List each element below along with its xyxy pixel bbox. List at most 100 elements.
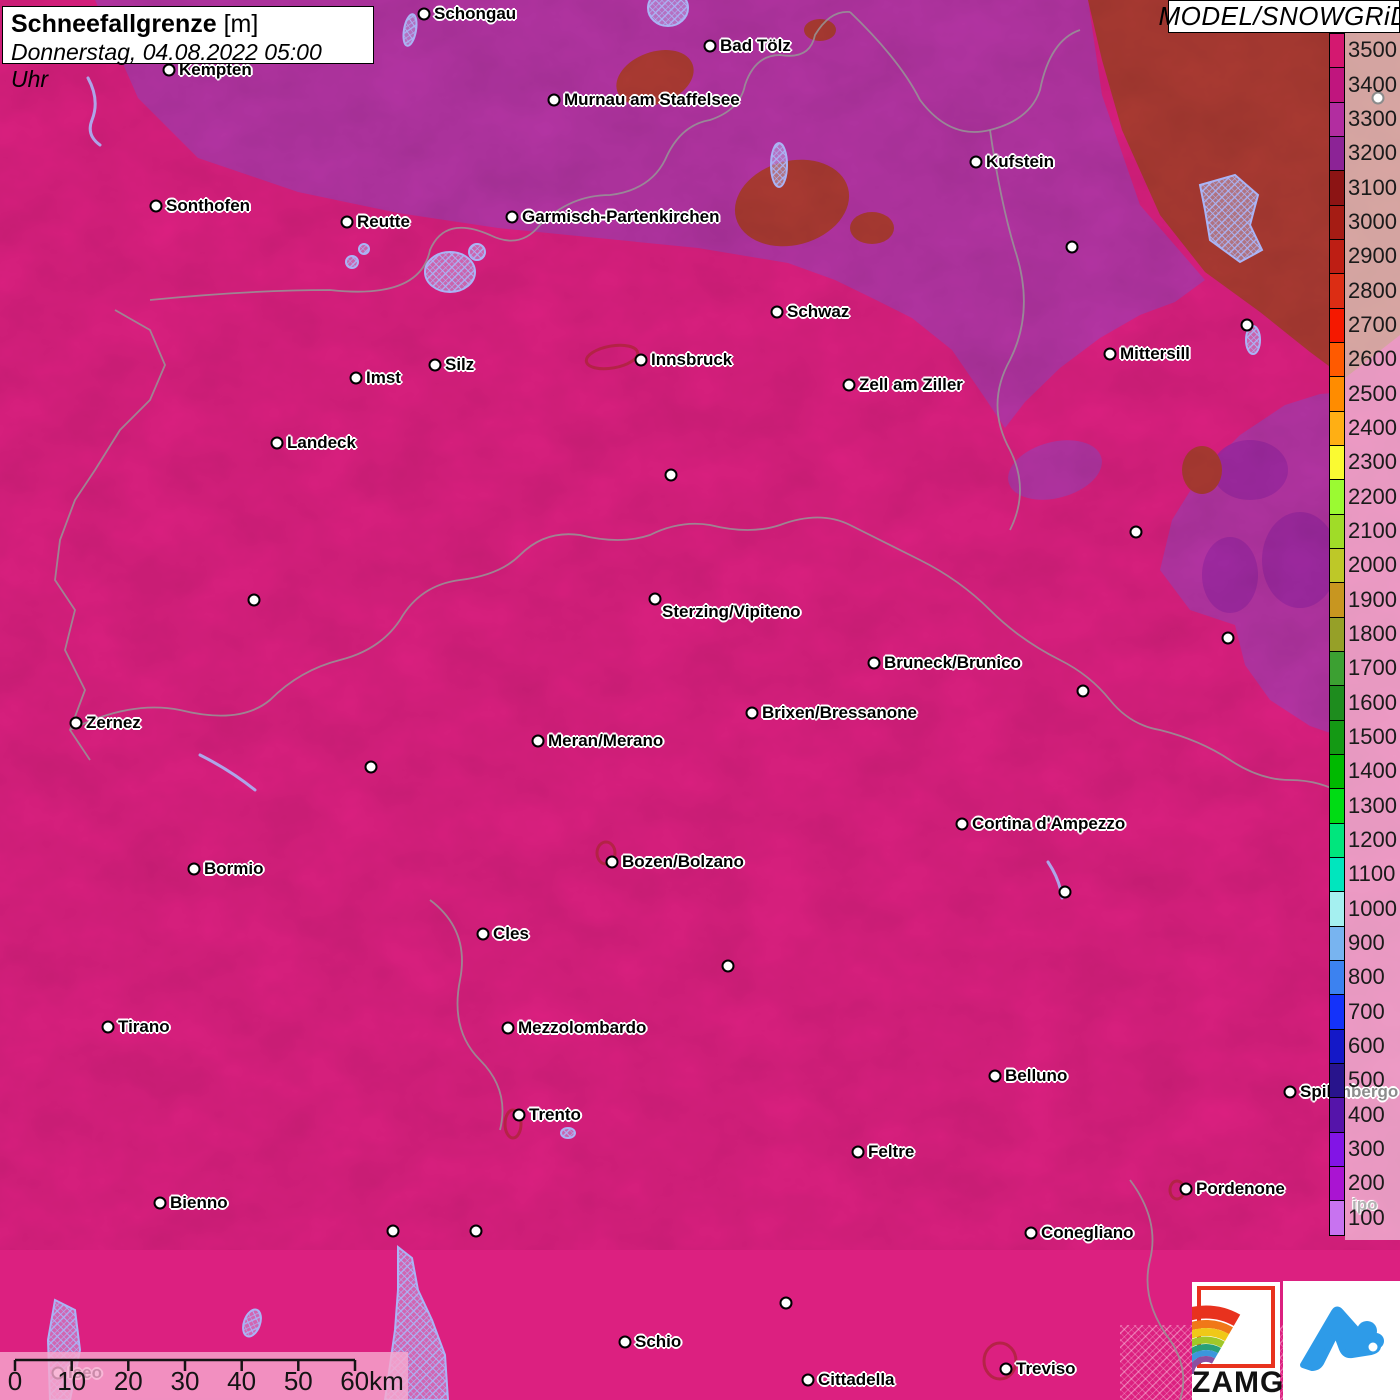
city-dot — [247, 593, 261, 607]
title-text: Schneefallgrenze — [11, 10, 217, 38]
colorbar-tick-label: 1000 — [1348, 895, 1397, 921]
city-label: Garmisch-Partenkirchen — [522, 207, 720, 226]
colorbar-tick-label: 100 — [1348, 1204, 1385, 1230]
scale-bar-number: 0 — [7, 1366, 23, 1396]
colorbar-tick-label: 500 — [1348, 1067, 1385, 1093]
city-label: Schio — [635, 1332, 682, 1351]
city-dot — [512, 1108, 526, 1122]
title-datetime: Donnerstag, 04.08.2022 05:00 Uhr — [11, 39, 322, 92]
city-dot — [648, 592, 662, 606]
colorbar-segment — [1330, 308, 1344, 343]
colorbar-tick-label: 3000 — [1348, 208, 1397, 234]
colorbar-segment — [1330, 102, 1344, 137]
title-box: Schneefallgrenze [m] Donnerstag, 04.08.2… — [2, 6, 374, 92]
city-label: Bozen/Bolzano — [622, 852, 744, 871]
city-dot — [469, 1224, 483, 1238]
city-dot — [547, 93, 561, 107]
city-label: Brixen/Bressanone — [762, 703, 917, 722]
city-dot — [1129, 525, 1143, 539]
city-dot — [428, 358, 442, 372]
city-dot — [999, 1362, 1013, 1376]
city-label: Mittersill — [1120, 344, 1190, 363]
colorbar-segment — [1330, 789, 1344, 824]
scale-bar-number: 20 — [113, 1366, 143, 1396]
city-label: Sterzing/Vipiteno — [662, 602, 801, 621]
city-dot — [955, 817, 969, 831]
city-label: Cittadella — [818, 1370, 895, 1389]
city-label: Bruneck/Brunico — [884, 653, 1021, 672]
city-label: Zell am Ziller — [859, 375, 963, 394]
city-dot — [149, 199, 163, 213]
city-layer: Schongau Bad Tölz Kempten Murnau am Staffel… — [0, 0, 1400, 1400]
colorbar-segment — [1330, 514, 1344, 549]
colorbar-segment — [1330, 548, 1344, 584]
colorbar-tick-label: 2600 — [1348, 346, 1397, 372]
page-title: Schneefallgrenze [m] — [11, 10, 365, 39]
zamg-logo-box: ZAMG — [1192, 1282, 1283, 1400]
city-label: Mezzolombardo — [518, 1018, 647, 1037]
colorbar-tick-label: 1400 — [1348, 758, 1397, 784]
colorbar-segment — [1330, 411, 1344, 446]
scale-bar-number: 50 — [283, 1366, 313, 1396]
colorbar-tick-label: 1800 — [1348, 620, 1397, 646]
colorbar-tick-label: 1600 — [1348, 689, 1397, 715]
colorbar-segment — [1330, 377, 1344, 412]
colorbar-segment — [1330, 960, 1344, 996]
city-dot — [340, 215, 354, 229]
colorbar-tick-label: 1300 — [1348, 792, 1397, 818]
scale-bar-number: 40 — [227, 1366, 257, 1396]
city-dot — [417, 7, 431, 21]
city-dot — [770, 305, 784, 319]
colorbar-segment — [1330, 1063, 1344, 1099]
colorbar-segment — [1330, 34, 1344, 69]
city-dot — [1240, 318, 1254, 332]
colorbar-tick-label: 400 — [1348, 1101, 1385, 1127]
city-label: Conegliano — [1041, 1223, 1134, 1242]
city-label: Zernez — [86, 713, 141, 732]
city-dot — [187, 862, 201, 876]
city-dot — [1221, 631, 1235, 645]
colorbar-segment — [1330, 1166, 1344, 1202]
weather-map: Schongau Bad Tölz Kempten Murnau am Staffel… — [0, 0, 1400, 1400]
colorbar-tick-label: 900 — [1348, 930, 1385, 955]
model-label-box: MODEL/SNOWGRiD — [1158, 0, 1400, 33]
colorbar-tick-label: 600 — [1348, 1033, 1385, 1059]
city-dot — [801, 1373, 815, 1387]
city-label: Silz — [445, 355, 475, 374]
city-dot — [867, 656, 881, 670]
colorbar-segment — [1330, 583, 1344, 618]
city-dot — [969, 155, 983, 169]
city-label: Bienno — [170, 1193, 228, 1212]
colorbar-tick-label: 2700 — [1348, 311, 1397, 337]
city-dot — [1076, 684, 1090, 698]
colorbar-tick-label: 2800 — [1348, 277, 1397, 303]
city-dot — [842, 378, 856, 392]
colorbar-tick-label: 2900 — [1348, 243, 1397, 269]
city-dot — [531, 734, 545, 748]
city-label: Treviso — [1016, 1359, 1076, 1378]
city-dot — [634, 353, 648, 367]
colorbar-tick-label: 1900 — [1348, 586, 1397, 612]
city-dot — [1283, 1085, 1297, 1099]
city-dot — [779, 1296, 793, 1310]
city-label: Pordenone — [1196, 1179, 1285, 1198]
scale-bar-number: 10 — [57, 1366, 87, 1396]
colorbar-segment — [1330, 1201, 1344, 1236]
city-label: Cortina d'Ampezzo — [972, 814, 1126, 833]
scale-bar-number: 60km — [340, 1366, 404, 1396]
colorbar-segment — [1330, 205, 1344, 240]
city-label: Trento — [529, 1105, 581, 1124]
colorbar-segment — [1330, 995, 1344, 1030]
city-label: Murnau am Staffelsee — [564, 90, 740, 109]
colorbar-tick-label: 800 — [1348, 964, 1385, 990]
city-dot — [851, 1145, 865, 1159]
colorbar-segment — [1330, 926, 1344, 961]
city-label: Kufstein — [986, 152, 1054, 171]
colorbar — [1329, 33, 1345, 1237]
city-dot — [101, 1020, 115, 1034]
colorbar-segment — [1330, 445, 1344, 481]
city-label: Bad Tölz — [720, 36, 791, 55]
city-dot — [476, 927, 490, 941]
colorbar-segment — [1330, 720, 1344, 755]
colorbar-tick-label: 1100 — [1348, 861, 1396, 887]
